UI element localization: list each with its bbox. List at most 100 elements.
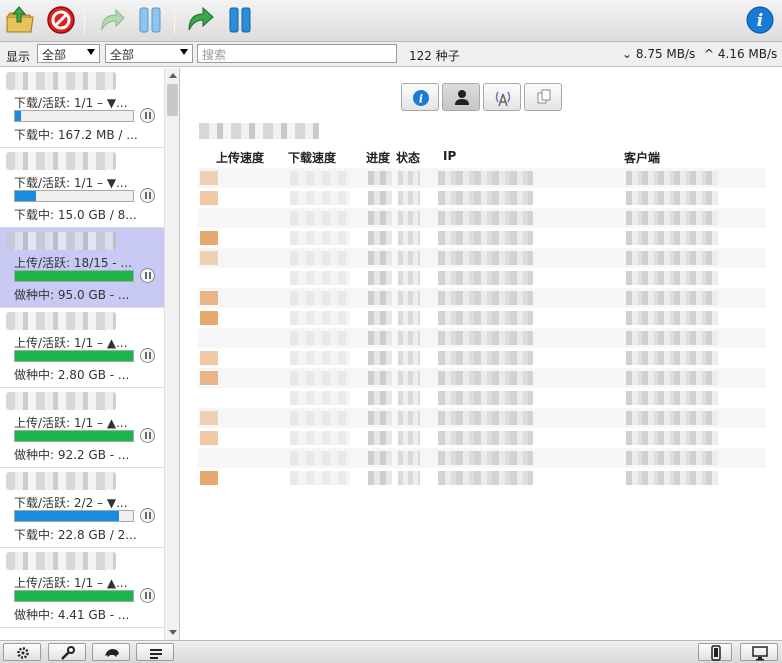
peer-row [198, 388, 766, 408]
download-arrow-icon: ⌄ [622, 47, 633, 61]
peer-download-cell [290, 371, 350, 385]
status-filter-select[interactable]: 全部 [37, 44, 100, 63]
info-tab-icon[interactable]: i [401, 83, 439, 111]
resume-all-icon[interactable] [184, 5, 216, 35]
pause-icon[interactable] [140, 268, 155, 283]
torrent-list-item[interactable]: 下载/活跃: 1/1 – ▼... 下载中: 15.0 GB / 8... [0, 148, 164, 228]
peer-row [198, 408, 766, 428]
torrent-status: 下载/活跃: 2/2 – ▼... [14, 496, 128, 510]
show-label: 显示 [6, 50, 31, 64]
trackers-tab-icon[interactable] [483, 83, 521, 111]
inspector-info-icon[interactable]: i [744, 5, 776, 35]
peer-ip-cell [438, 351, 533, 365]
peer-progress-cell [368, 431, 392, 445]
torrent-progress-bar [14, 110, 134, 122]
peer-ip-cell [438, 211, 533, 225]
peer-upload-cell [200, 351, 218, 365]
files-tab-icon[interactable] [524, 83, 562, 111]
torrent-list-item[interactable]: 上传/活跃: 1/1 – ▲... 做种中: 4.41 GB - ... [0, 548, 164, 628]
remove-torrent-icon[interactable] [45, 5, 77, 35]
resume-torrent-icon[interactable] [96, 5, 128, 35]
list-scrollbar[interactable] [164, 68, 179, 640]
peer-status-cell [398, 451, 420, 465]
scroll-up-icon[interactable] [169, 73, 177, 78]
col-status[interactable]: 状态 [396, 149, 420, 166]
tracker-filter-select[interactable]: 全部 [105, 44, 193, 63]
peer-status-cell [398, 471, 420, 485]
col-upload-speed[interactable]: 上传速度 [216, 149, 264, 166]
torrent-progress-bar [14, 590, 134, 602]
peer-table [198, 168, 766, 494]
torrent-count: 122 种子 [409, 49, 460, 63]
peer-status-cell [398, 171, 420, 185]
peer-client-cell [626, 271, 718, 285]
peer-row [198, 288, 766, 308]
peer-progress-cell [368, 291, 392, 305]
peer-progress-cell [368, 251, 392, 265]
col-client[interactable]: 客户端 [624, 149, 660, 166]
peer-progress-cell [368, 351, 392, 365]
peer-client-cell [626, 311, 718, 325]
torrent-status: 上传/活跃: 1/1 – ▲... [14, 576, 128, 590]
peer-client-cell [626, 231, 718, 245]
pause-torrent-icon[interactable] [134, 5, 166, 35]
peer-ip-cell [438, 191, 533, 205]
torrent-list-item[interactable]: 下载/活跃: 2/2 – ▼... 下载中: 22.8 GB / 2... [0, 468, 164, 548]
peer-row [198, 228, 766, 248]
col-progress[interactable]: 进度 [366, 149, 390, 166]
list-options-icon[interactable] [136, 643, 174, 661]
pause-icon[interactable] [140, 108, 155, 123]
peer-client-cell [626, 211, 718, 225]
scroll-down-icon[interactable] [169, 630, 177, 635]
turtle-speed-icon[interactable] [92, 643, 130, 661]
peer-row [198, 348, 766, 368]
torrent-progress-bar [14, 350, 134, 362]
peer-download-cell [290, 271, 350, 285]
peer-ip-cell [438, 411, 533, 425]
col-download-speed[interactable]: 下载速度 [288, 149, 336, 166]
progress-fill [15, 351, 133, 361]
progress-fill [15, 271, 133, 281]
scroll-thumb[interactable] [167, 84, 178, 116]
col-ip[interactable]: IP [443, 149, 456, 163]
peer-status-cell [398, 251, 420, 265]
progress-fill [15, 591, 133, 601]
peer-row [198, 428, 766, 448]
svg-text:i: i [419, 93, 423, 106]
preferences-wrench-icon[interactable] [48, 643, 86, 661]
search-input[interactable]: 搜索 [197, 44, 397, 63]
peer-ip-cell [438, 431, 533, 445]
tracker-filter-value: 全部 [110, 48, 135, 62]
peers-tab-icon[interactable] [442, 83, 480, 111]
peer-client-cell [626, 191, 718, 205]
compact-view-icon[interactable] [698, 643, 732, 661]
peer-client-cell [626, 391, 718, 405]
torrent-info: 做种中: 92.2 GB - ... [14, 448, 130, 462]
peer-upload-cell [200, 231, 218, 245]
peer-client-cell [626, 471, 718, 485]
peer-status-cell [398, 371, 420, 385]
peer-ip-cell [438, 451, 533, 465]
peer-client-cell [626, 451, 718, 465]
torrent-list-item[interactable]: 上传/活跃: 1/1 – ▲... 做种中: 2.80 GB - ... [0, 308, 164, 388]
torrent-list-item[interactable]: 上传/活跃: 1/1 – ▲... 做种中: 92.2 GB - ... [0, 388, 164, 468]
pause-icon[interactable] [140, 508, 155, 523]
torrent-list-item[interactable]: 上传/活跃: 18/15 - ... 做种中: 95.0 GB - ... [0, 228, 164, 308]
pause-icon[interactable] [140, 588, 155, 603]
desktop-view-icon[interactable] [740, 643, 778, 661]
peer-upload-cell [200, 171, 218, 185]
peer-download-cell [290, 471, 350, 485]
pause-all-icon[interactable] [224, 5, 256, 35]
pause-icon[interactable] [140, 348, 155, 363]
torrent-name-redacted [6, 152, 116, 170]
peer-row [198, 248, 766, 268]
torrent-name-redacted [6, 72, 116, 90]
peer-ip-cell [438, 331, 533, 345]
peer-ip-cell [438, 471, 533, 485]
pause-icon[interactable] [140, 188, 155, 203]
pause-icon[interactable] [140, 428, 155, 443]
settings-icon[interactable] [3, 643, 41, 661]
torrent-list-item[interactable]: 下载/活跃: 1/1 – ▼... 下载中: 167.2 MB / ... [0, 68, 164, 148]
torrent-list[interactable]: 下载/活跃: 1/1 – ▼... 下载中: 167.2 MB / ... 下载/活… [0, 68, 180, 640]
open-torrent-icon[interactable] [4, 5, 36, 35]
